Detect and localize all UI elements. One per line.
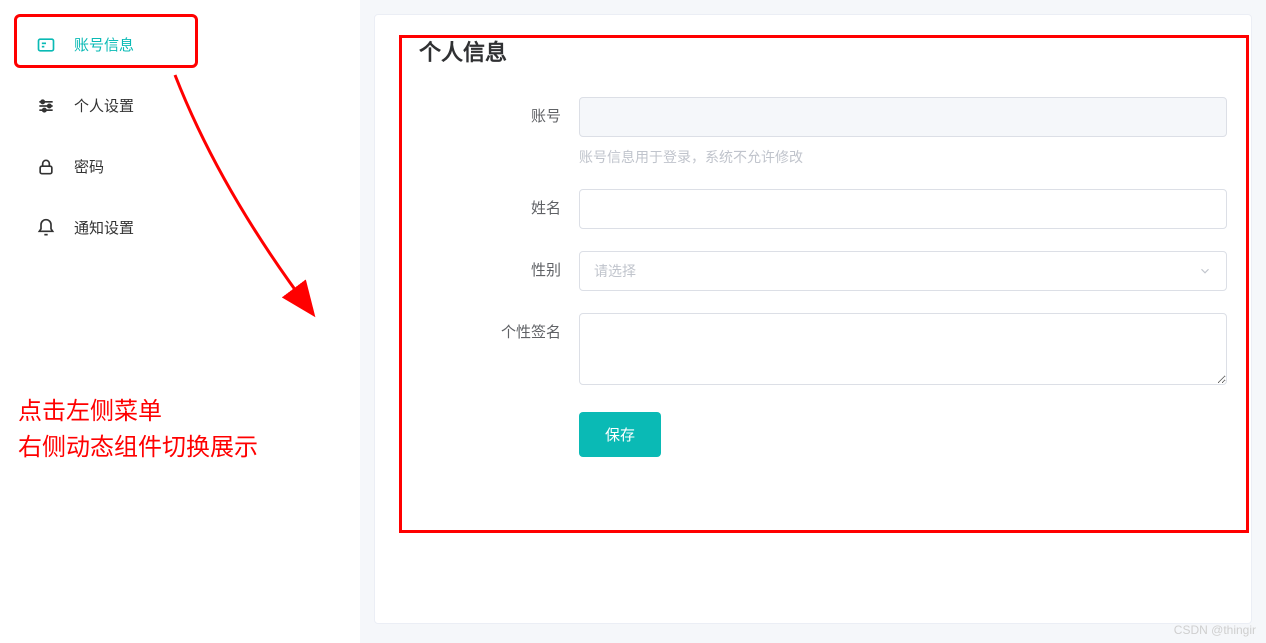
lock-icon [36,157,56,177]
name-input[interactable] [579,189,1227,229]
signature-label: 个性签名 [399,313,579,353]
sidebar-item-account-info[interactable]: 账号信息 [0,14,360,75]
form-row-gender: 性别 请选择 [399,251,1227,291]
form-row-submit: 保存 [399,412,1227,457]
sidebar-item-label: 通知设置 [74,217,134,238]
sidebar-item-label: 个人设置 [74,95,134,116]
form-row-signature: 个性签名 [399,313,1227,390]
watermark: CSDN @thingir [1174,623,1256,637]
main-content: 个人信息 账号 账号信息用于登录，系统不允许修改 姓名 性别 [360,0,1266,643]
account-label: 账号 [399,97,579,137]
account-input [579,97,1227,137]
card-title: 个人信息 [399,35,1227,67]
sidebar-item-password[interactable]: 密码 [0,136,360,197]
name-label: 姓名 [399,189,579,229]
sidebar-item-label: 账号信息 [74,34,134,55]
account-hint: 账号信息用于登录，系统不允许修改 [579,147,1227,167]
save-button[interactable]: 保存 [579,412,661,457]
sidebar-item-notifications[interactable]: 通知设置 [0,197,360,258]
chevron-down-icon [1198,264,1212,278]
gender-select[interactable]: 请选择 [579,251,1227,291]
signature-textarea[interactable] [579,313,1227,385]
id-card-icon [36,35,56,55]
personal-info-form: 账号 账号信息用于登录，系统不允许修改 姓名 性别 [399,97,1227,457]
form-row-name: 姓名 [399,189,1227,229]
bell-icon [36,218,56,238]
personal-info-card: 个人信息 账号 账号信息用于登录，系统不允许修改 姓名 性别 [374,14,1252,624]
sidebar: 账号信息 个人设置 密码 通知设置 [0,0,360,643]
sidebar-item-label: 密码 [74,156,104,177]
gender-placeholder: 请选择 [594,261,636,281]
sidebar-item-personal-settings[interactable]: 个人设置 [0,75,360,136]
gender-label: 性别 [399,251,579,291]
sliders-icon [36,96,56,116]
form-row-account: 账号 账号信息用于登录，系统不允许修改 [399,97,1227,167]
